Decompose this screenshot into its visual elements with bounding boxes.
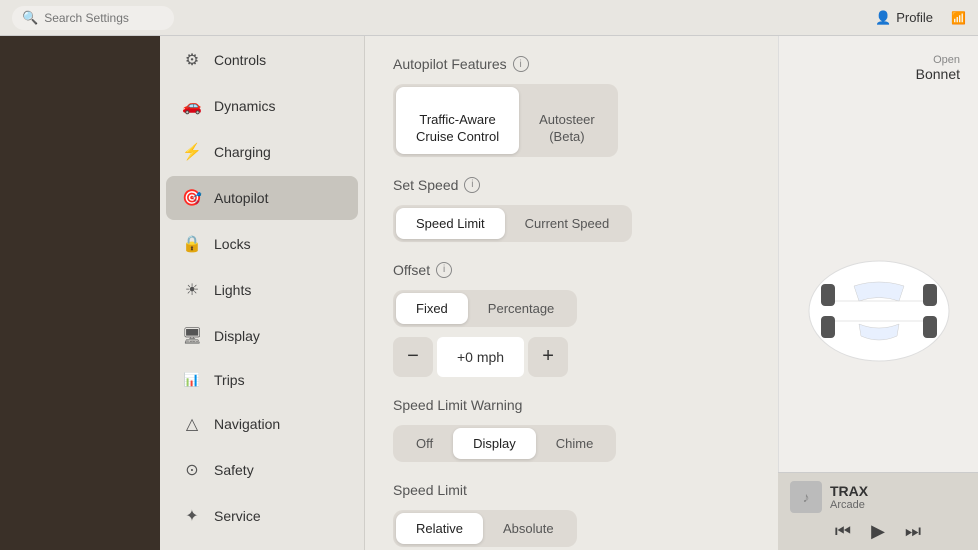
sidebar-item-controls[interactable]: ⚙ Controls <box>166 38 358 82</box>
charging-icon: ⚡ <box>182 142 202 162</box>
sidebar-label-dynamics: Dynamics <box>214 98 275 114</box>
profile-icon: 👤 <box>875 10 891 26</box>
set-speed-title: Set Speed i <box>393 177 750 193</box>
set-speed-toggle: Speed Limit Current Speed <box>393 205 632 242</box>
signal-icon: 📶 <box>951 11 966 25</box>
offset-plus-btn[interactable]: + <box>528 337 568 377</box>
autopilot-icon: 🎯 <box>182 188 202 208</box>
sidebar-label-lights: Lights <box>214 282 251 298</box>
autopilot-features-section: Autopilot Features i Traffic-Aware Cruis… <box>393 56 750 157</box>
music-title: TRAX <box>830 483 868 499</box>
sidebar-item-charging[interactable]: ⚡ Charging <box>166 130 358 174</box>
sidebar-label-autopilot: Autopilot <box>214 190 268 206</box>
fixed-btn[interactable]: Fixed <box>396 293 468 324</box>
sidebar-item-dynamics[interactable]: 🚗 Dynamics <box>166 84 358 128</box>
sidebar-item-safety[interactable]: ⊙ Safety <box>166 448 358 492</box>
next-btn[interactable]: ⏭ <box>905 521 921 542</box>
music-subtitle: Arcade <box>830 499 868 511</box>
controls-icon: ⚙ <box>182 50 202 70</box>
search-box[interactable]: 🔍 <box>12 6 174 30</box>
sidebar-item-lights[interactable]: ☀ Lights <box>166 268 358 312</box>
sidebar-label-trips: Trips <box>214 372 245 388</box>
trips-icon: 📊 <box>182 372 202 388</box>
sidebar-label-safety: Safety <box>214 462 254 478</box>
profile-button[interactable]: 👤 Profile <box>875 10 933 26</box>
offset-section: Offset i Fixed Percentage − +0 mph <box>393 262 750 377</box>
offset-info-icon[interactable]: i <box>436 262 452 278</box>
speed-limit-section: Speed Limit Relative Absolute <box>393 482 750 547</box>
sidebar: ⚙ Controls 🚗 Dynamics ⚡ Charging 🎯 Autop… <box>160 36 365 550</box>
set-speed-info-icon[interactable]: i <box>464 177 480 193</box>
warning-display-btn[interactable]: Display <box>453 428 536 459</box>
offset-type-toggle: Fixed Percentage <box>393 290 577 327</box>
sidebar-item-locks[interactable]: 🔒 Locks <box>166 222 358 266</box>
search-icon: 🔍 <box>22 10 38 26</box>
music-album-art: ♪ <box>790 481 822 513</box>
sidebar-item-display[interactable]: 🖥 Display <box>166 314 358 358</box>
display-icon: 🖥 <box>182 326 202 346</box>
warning-off-btn[interactable]: Off <box>396 428 453 459</box>
sidebar-item-software[interactable]: ⬇ Software <box>166 540 358 550</box>
autopilot-features-title: Autopilot Features i <box>393 56 750 72</box>
music-player: ♪ TRAX Arcade ⏮ ▶ ⏭ <box>778 472 978 550</box>
offset-minus-btn[interactable]: − <box>393 337 433 377</box>
sidebar-item-navigation[interactable]: △ Navigation <box>166 402 358 446</box>
sidebar-item-autopilot[interactable]: 🎯 Autopilot <box>166 176 358 220</box>
locks-icon: 🔒 <box>182 234 202 254</box>
dynamics-icon: 🚗 <box>182 96 202 116</box>
speed-limit-btn[interactable]: Speed Limit <box>396 208 505 239</box>
autosteer-btn[interactable]: Autosteer (Beta) <box>519 87 615 154</box>
relative-btn[interactable]: Relative <box>396 513 483 544</box>
traffic-cruise-btn[interactable]: Traffic-Aware Cruise Control <box>396 87 519 154</box>
bonnet-info: Open Bonnet <box>916 54 960 82</box>
prev-btn[interactable]: ⏮ <box>835 521 851 542</box>
sidebar-label-controls: Controls <box>214 52 266 68</box>
search-input[interactable] <box>44 11 164 25</box>
open-label: Open <box>916 54 960 66</box>
offset-title: Offset i <box>393 262 750 278</box>
safety-icon: ⊙ <box>182 460 202 480</box>
sidebar-label-charging: Charging <box>214 144 271 160</box>
music-controls: ⏮ ▶ ⏭ <box>790 521 966 542</box>
set-speed-section: Set Speed i Speed Limit Current Speed <box>393 177 750 242</box>
autopilot-info-icon[interactable]: i <box>513 56 529 72</box>
percentage-btn[interactable]: Percentage <box>468 293 575 324</box>
car-svg <box>799 256 959 366</box>
sidebar-label-navigation: Navigation <box>214 416 280 432</box>
speed-limit-toggle: Relative Absolute <box>393 510 577 547</box>
bonnet-label[interactable]: Bonnet <box>916 66 960 82</box>
sidebar-item-service[interactable]: ✦ Service <box>166 494 358 538</box>
music-info: ♪ TRAX Arcade <box>790 481 966 513</box>
warning-chime-btn[interactable]: Chime <box>536 428 614 459</box>
offset-row: − +0 mph + <box>393 337 568 377</box>
settings-panel: Autopilot Features i Traffic-Aware Cruis… <box>365 36 778 550</box>
profile-label: Profile <box>896 10 933 25</box>
sidebar-label-locks: Locks <box>214 236 251 252</box>
sidebar-item-trips[interactable]: 📊 Trips <box>166 360 358 400</box>
top-bar-right: 👤 Profile 📶 <box>875 10 966 26</box>
navigation-icon: △ <box>182 414 202 434</box>
speed-limit-warning-title: Speed Limit Warning <box>393 397 750 413</box>
play-btn[interactable]: ▶ <box>871 521 885 542</box>
absolute-btn[interactable]: Absolute <box>483 513 574 544</box>
current-speed-btn[interactable]: Current Speed <box>505 208 630 239</box>
speed-limit-title: Speed Limit <box>393 482 750 498</box>
offset-value-display: +0 mph <box>437 337 524 377</box>
sidebar-label-service: Service <box>214 508 261 524</box>
speed-limit-warning-section: Speed Limit Warning Off Display Chime <box>393 397 750 462</box>
sidebar-label-display: Display <box>214 328 260 344</box>
autopilot-feature-toggle: Traffic-Aware Cruise Control Autosteer (… <box>393 84 618 157</box>
car-panel: Open Bonnet <box>778 36 978 550</box>
music-details: TRAX Arcade <box>830 483 868 511</box>
lights-icon: ☀ <box>182 280 202 300</box>
sidebar-bg <box>0 36 160 550</box>
speed-limit-warning-toggle: Off Display Chime <box>393 425 616 462</box>
service-icon: ✦ <box>182 506 202 526</box>
top-bar: 🔍 👤 Profile 📶 <box>0 0 978 36</box>
